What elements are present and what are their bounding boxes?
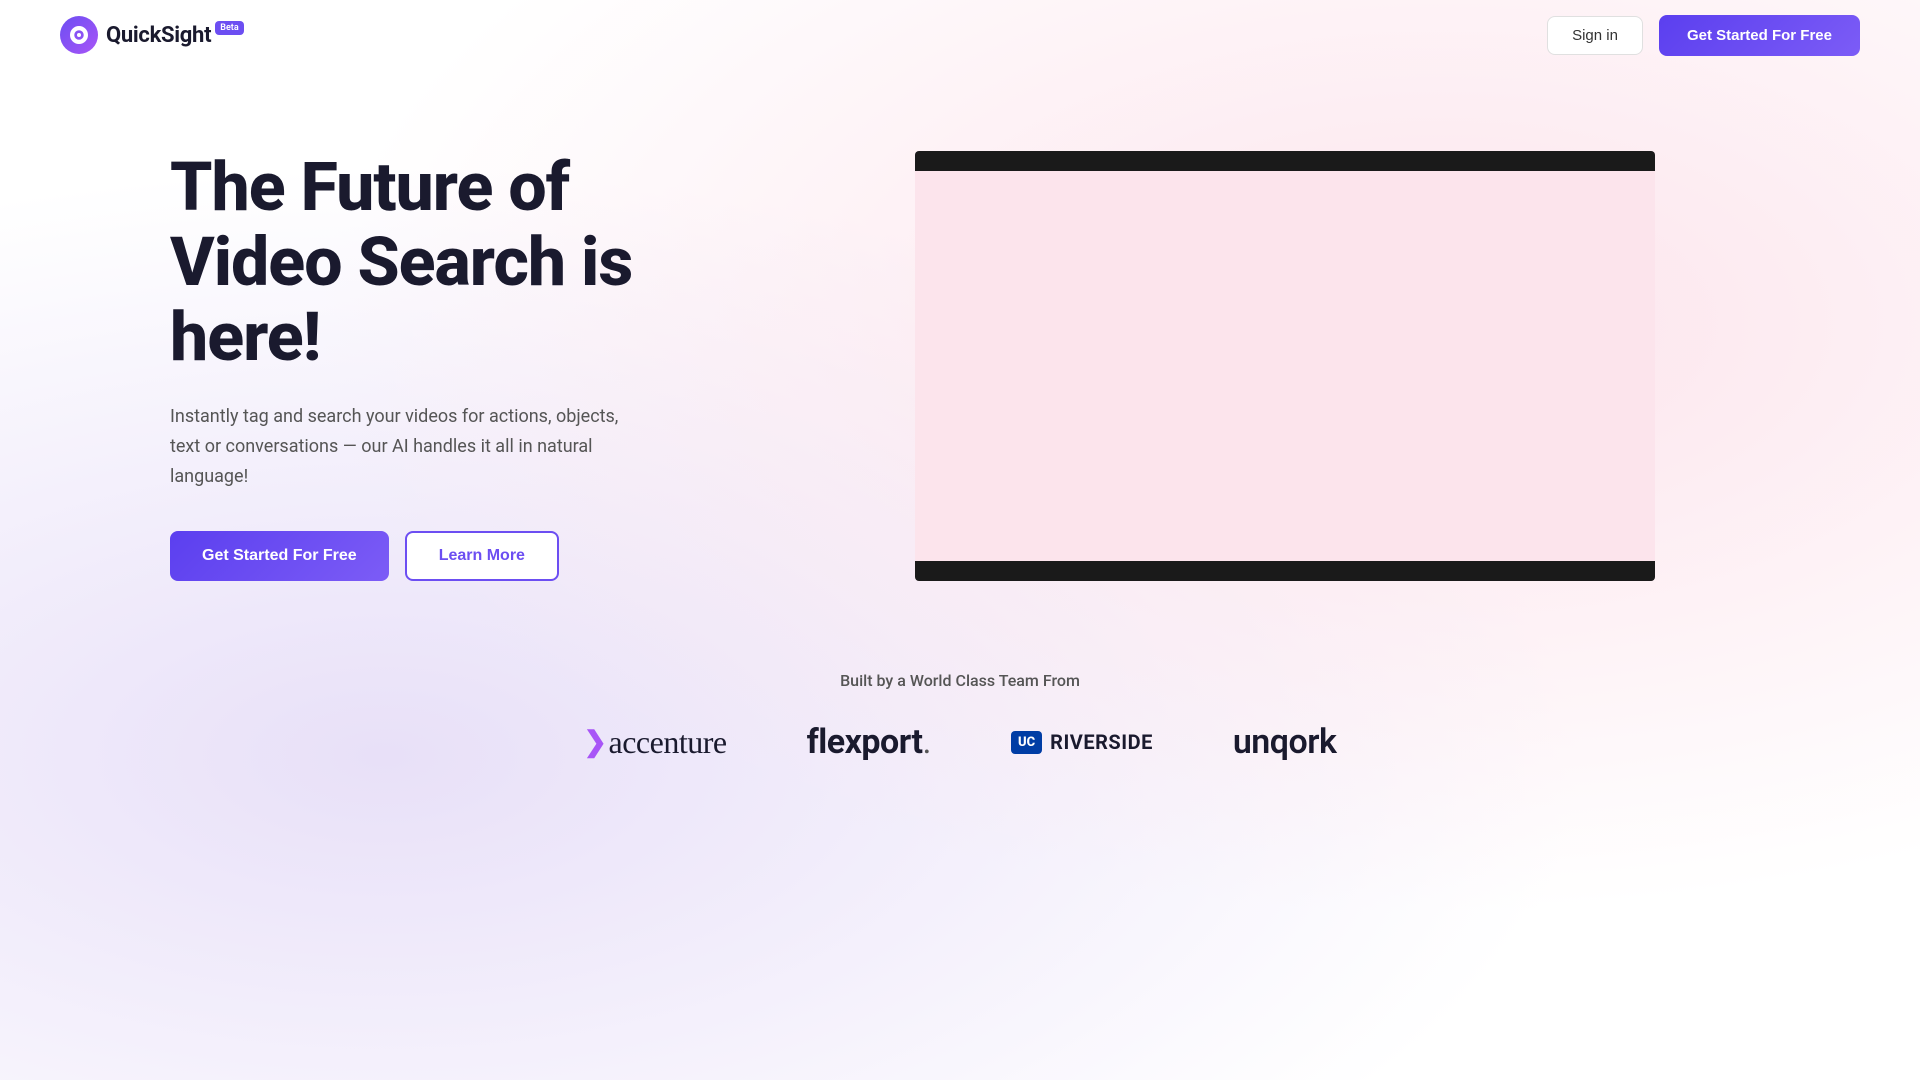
- nav-get-started-button[interactable]: Get Started For Free: [1659, 15, 1860, 56]
- navbar: QuickSight Beta Sign in Get Started For …: [0, 0, 1920, 70]
- hero-left: The Future of Video Search is here! Inst…: [170, 150, 690, 581]
- brands-section: Built by a World Class Team From ❯ accen…: [0, 671, 1920, 762]
- ucr-badge: UC: [1011, 731, 1042, 755]
- hero-description: Instantly tag and search your videos for…: [170, 402, 650, 491]
- hero-get-started-button[interactable]: Get Started For Free: [170, 531, 389, 581]
- hero-right: [770, 151, 1800, 581]
- video-bar-bottom: [915, 561, 1655, 581]
- ucr-badge-uc: UC: [1018, 735, 1035, 751]
- flexport-text: flexport.: [807, 722, 931, 762]
- accenture-logo: ❯ accenture: [584, 724, 727, 761]
- uc-riverside-logo: UC RIVERSIDE: [1011, 730, 1153, 754]
- video-player[interactable]: [915, 151, 1655, 581]
- brands-row: ❯ accenture flexport. UC RIVERSIDE unqor…: [0, 722, 1920, 762]
- accenture-arrow-icon: ❯: [584, 725, 607, 759]
- signin-button[interactable]: Sign in: [1547, 16, 1643, 55]
- hero-learn-more-button[interactable]: Learn More: [405, 531, 559, 581]
- hero-buttons: Get Started For Free Learn More: [170, 531, 690, 581]
- nav-right: Sign in Get Started For Free: [1547, 15, 1860, 56]
- video-inner: [915, 171, 1655, 561]
- logo-area: QuickSight Beta: [60, 16, 244, 54]
- accenture-text: accenture: [609, 724, 727, 761]
- hero-section: The Future of Video Search is here! Inst…: [0, 90, 1920, 581]
- flexport-logo: flexport.: [807, 722, 931, 762]
- logo-icon: [60, 16, 98, 54]
- hero-title: The Future of Video Search is here!: [170, 150, 690, 374]
- unqork-logo: unqork: [1233, 722, 1337, 762]
- brand-name: QuickSight: [106, 23, 211, 48]
- brands-label: Built by a World Class Team From: [0, 671, 1920, 690]
- video-bar-top: [915, 151, 1655, 171]
- flexport-dot: .: [923, 722, 931, 762]
- unqork-text: unqork: [1233, 722, 1337, 762]
- ucr-text: RIVERSIDE: [1050, 730, 1153, 754]
- beta-badge: Beta: [215, 21, 243, 35]
